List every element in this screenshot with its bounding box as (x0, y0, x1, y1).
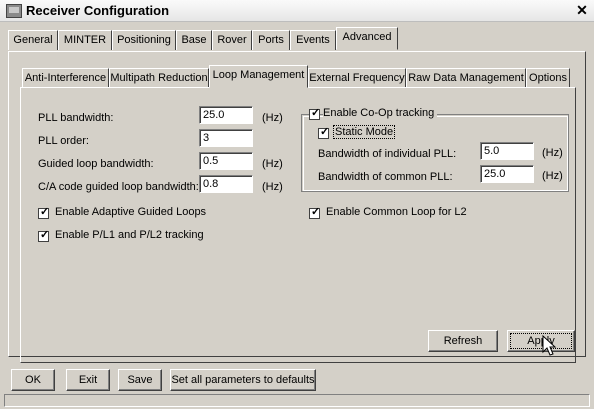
title-bar: Receiver Configuration ✕ (0, 0, 594, 22)
common-pll-unit: (Hz) (542, 170, 563, 182)
individual-pll-input[interactable]: 5.0 (480, 142, 534, 160)
pll-order-input[interactable]: 3 (199, 129, 253, 147)
ca-guided-loop-bandwidth-label: C/A code guided loop bandwidth: (38, 181, 199, 193)
set-defaults-button[interactable]: Set all parameters to defaults (170, 369, 316, 391)
apply-button[interactable]: Apply (507, 330, 575, 352)
check-icon: ✓ (311, 107, 321, 119)
bottom-button-bar: OK Exit Save Set all parameters to defau… (0, 366, 594, 394)
individual-pll-label: Bandwidth of individual PLL: (318, 148, 457, 160)
tab-raw-data-management[interactable]: Raw Data Management (406, 68, 526, 88)
receiver-configuration-window: Receiver Configuration ✕ General MINTER … (0, 0, 594, 409)
tab-loop-management[interactable]: Loop Management (209, 65, 308, 88)
close-icon[interactable]: ✕ (574, 2, 590, 18)
check-icon: ✓ (311, 206, 321, 218)
ca-guided-loop-bandwidth-input[interactable]: 0.8 (199, 175, 253, 193)
tab-minter[interactable]: MINTER (58, 30, 112, 50)
guided-loop-bandwidth-label: Guided loop bandwidth: (38, 158, 154, 170)
coop-tracking-label: Enable Co-Op tracking (323, 107, 438, 119)
ca-guided-loop-bandwidth-unit: (Hz) (262, 181, 283, 193)
tab-advanced[interactable]: Advanced (336, 27, 398, 50)
check-icon: ✓ (320, 126, 330, 138)
tab-base[interactable]: Base (176, 30, 212, 50)
check-icon: ✓ (40, 206, 50, 218)
pl-tracking-checkbox[interactable]: ✓ (38, 229, 50, 242)
common-pll-input[interactable]: 25.0 (480, 165, 534, 183)
tab-events[interactable]: Events (290, 30, 336, 50)
tab-positioning[interactable]: Positioning (112, 30, 176, 50)
tab-multipath-reduction[interactable]: Multipath Reduction (109, 68, 209, 88)
exit-button[interactable]: Exit (66, 369, 110, 391)
coop-tracking-checkbox[interactable]: ✓ (309, 107, 321, 120)
pll-order-label: PLL order: (38, 135, 89, 147)
static-mode-label: Static Mode (332, 125, 396, 139)
guided-loop-bandwidth-unit: (Hz) (262, 158, 283, 170)
common-loop-l2-checkbox[interactable]: ✓ (309, 206, 321, 219)
common-pll-label: Bandwidth of common PLL: (318, 171, 453, 183)
tab-options[interactable]: Options (526, 68, 570, 88)
refresh-button[interactable]: Refresh (428, 330, 498, 352)
pl-tracking-label: Enable P/L1 and P/L2 tracking (55, 229, 204, 241)
tab-ports[interactable]: Ports (252, 30, 290, 50)
common-loop-l2-label: Enable Common Loop for L2 (326, 206, 467, 218)
tab-external-frequency[interactable]: External Frequency (308, 68, 406, 88)
guided-loop-bandwidth-input[interactable]: 0.5 (199, 152, 253, 170)
tab-rover[interactable]: Rover (212, 30, 252, 50)
adaptive-guided-loops-checkbox[interactable]: ✓ (38, 206, 50, 219)
ok-button[interactable]: OK (11, 369, 55, 391)
tab-general[interactable]: General (8, 30, 58, 50)
save-button[interactable]: Save (118, 369, 162, 391)
tab-anti-interference[interactable]: Anti-Interference (22, 68, 109, 88)
static-mode-checkbox[interactable]: ✓ (318, 126, 330, 139)
pll-bandwidth-label: PLL bandwidth: (38, 112, 114, 124)
pll-bandwidth-input[interactable]: 25.0 (199, 106, 253, 124)
check-icon: ✓ (40, 229, 50, 241)
mouse-pointer-icon (542, 335, 557, 356)
status-bar (4, 394, 590, 407)
individual-pll-unit: (Hz) (542, 147, 563, 159)
adaptive-guided-loops-label: Enable Adaptive Guided Loops (55, 206, 207, 218)
window-icon (6, 4, 22, 18)
pll-bandwidth-unit: (Hz) (262, 112, 283, 124)
window-title: Receiver Configuration (26, 3, 170, 18)
